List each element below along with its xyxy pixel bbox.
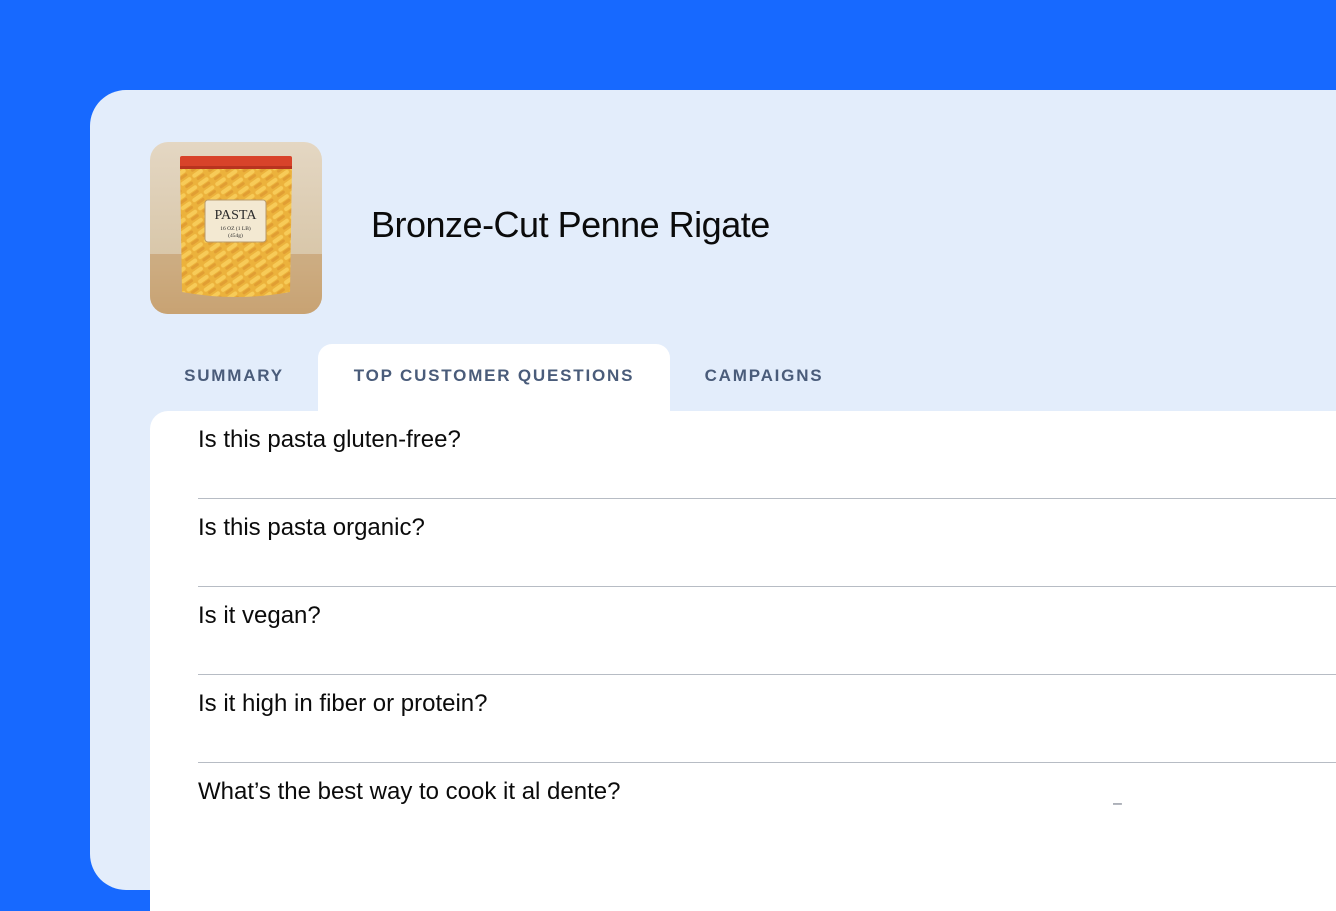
- collapse-icon[interactable]: –: [1113, 795, 1122, 813]
- question-item[interactable]: Is this pasta organic?: [198, 499, 1336, 587]
- product-image: PASTA 16 OZ (1 LB) (454g): [150, 142, 322, 314]
- product-card: PASTA 16 OZ (1 LB) (454g) Bronze-Cut Pen…: [90, 90, 1336, 911]
- package-label-brand: PASTA: [215, 208, 258, 223]
- questions-list: Is this pasta gluten-free? Is this pasta…: [198, 411, 1336, 850]
- product-title: Bronze-Cut Penne Rigate: [371, 204, 770, 245]
- question-item[interactable]: What’s the best way to cook it al dente?…: [198, 763, 1336, 850]
- package-label-weight: 16 OZ (1 LB): [220, 225, 251, 232]
- tab-campaigns[interactable]: CAMPAIGNS: [670, 344, 858, 411]
- package-label-grams: (454g): [228, 232, 243, 239]
- question-text: What’s the best way to cook it al dente?: [198, 778, 621, 805]
- questions-panel: Is this pasta gluten-free? Is this pasta…: [150, 411, 1336, 911]
